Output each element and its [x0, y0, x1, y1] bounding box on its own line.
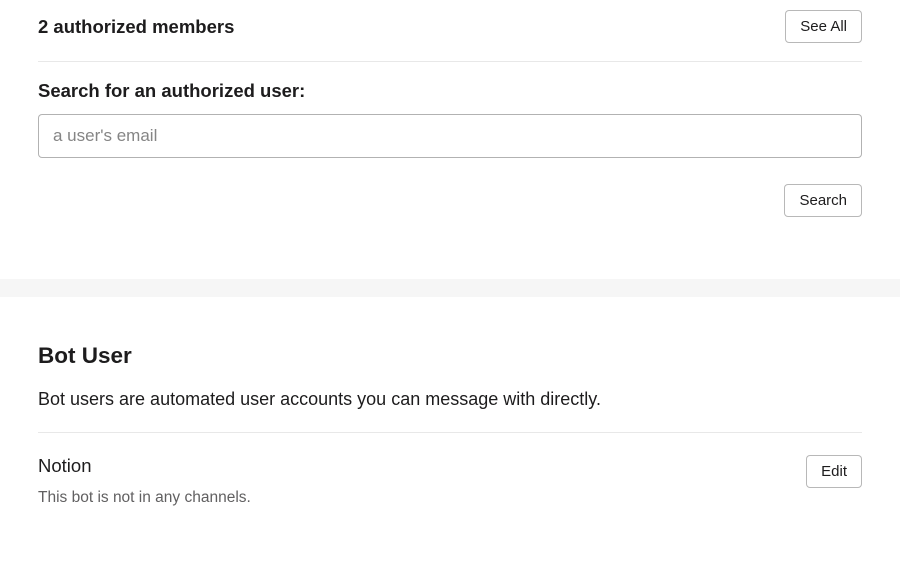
search-block: Search for an authorized user: Search [38, 62, 862, 217]
bot-row: Notion This bot is not in any channels. … [38, 433, 862, 507]
bot-user-section: Bot User Bot users are automated user ac… [0, 297, 900, 507]
section-gap [0, 279, 900, 297]
search-button[interactable]: Search [784, 184, 862, 217]
search-label: Search for an authorized user: [38, 80, 862, 102]
members-count-title: 2 authorized members [38, 16, 234, 38]
edit-bot-button[interactable]: Edit [806, 455, 862, 488]
bot-user-title: Bot User [38, 343, 862, 369]
bot-user-description: Bot users are automated user accounts yo… [38, 389, 862, 410]
search-actions: Search [38, 184, 862, 217]
bot-status: This bot is not in any channels. [38, 489, 251, 507]
search-input[interactable] [38, 114, 862, 158]
see-all-button[interactable]: See All [785, 10, 862, 43]
bot-info: Notion This bot is not in any channels. [38, 455, 251, 507]
bot-name: Notion [38, 455, 251, 477]
authorized-members-section: 2 authorized members See All Search for … [0, 0, 900, 217]
members-header-row: 2 authorized members See All [38, 10, 862, 61]
